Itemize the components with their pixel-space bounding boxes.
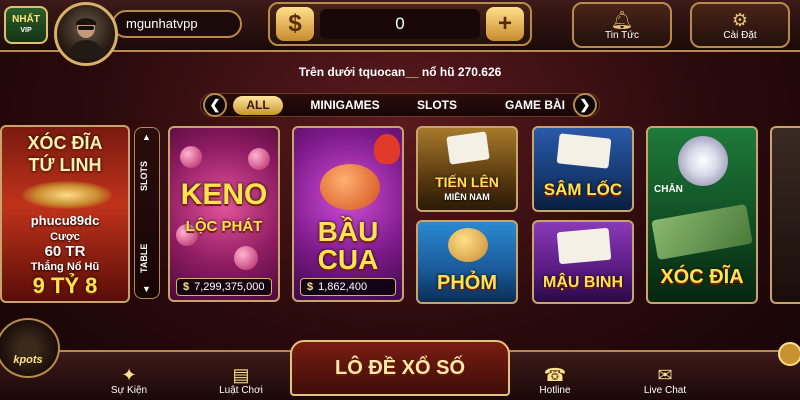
claw-icon [374,134,400,164]
nav-events[interactable]: ✦ Sự Kiện [84,356,174,400]
game-card-tien-len[interactable]: TIẾN LÊN MIỀN NAM [416,126,518,212]
lottery-label: LÔ ĐỀ XỔ SỐ [334,356,466,379]
game-subtitle-cua: CUA [317,244,379,275]
chat-icon: ✉ [657,365,673,385]
game-title-xoc-dia: XÓC ĐĨA [660,266,744,288]
triangle-down-icon[interactable]: ▼ [142,284,151,294]
playing-cards-icon [556,227,612,265]
game-card-bau-cua[interactable]: BẦU CUA $1,862,400 [292,126,404,302]
side-tab-slots[interactable]: SLOTS [139,150,155,202]
game-card-mau-binh[interactable]: MẬU BINH [532,220,634,304]
nav-events-label: Sự Kiện [110,385,148,396]
ball-icon [180,146,202,168]
news-label: Tin Tức [605,29,639,41]
dollar-icon[interactable]: $ [276,7,314,41]
avatar[interactable] [54,2,118,66]
game-subtitle-loc-phat: LỘC PHÁT [185,218,263,235]
promo-card-xoc-dia-tu-linh[interactable]: XÓC ĐĨA TỨ LINH phucu89dc Cược 60 TR Thắ… [0,125,130,303]
logo-sub: VIP [20,27,32,34]
game-title-sam-loc: SÂM LỐC [543,180,623,199]
crab-icon [320,164,380,210]
next-category-button[interactable]: ❯ [573,93,597,117]
ball-icon [248,148,270,170]
promo-bet-value: 60 TR [44,243,86,260]
dollar-icon: $ [307,281,314,293]
slots-table-switcher[interactable]: ▲ SLOTS TABLE ▼ [134,127,160,299]
settings-button[interactable]: ⚙ Cài Đặt [690,2,790,48]
nav-hotline-label: Hotline [539,385,571,396]
bell-icon: 🔔︎ [610,9,634,30]
promo-win-value: 9 TỶ 8 [32,273,98,298]
playing-cards-icon [446,131,490,165]
book-icon: ▤ [232,365,250,385]
lottery-button[interactable]: LÔ ĐỀ XỔ SỐ [290,340,510,396]
promo-win-label: Thắng Nổ Hũ [30,261,100,273]
add-funds-button[interactable]: + [486,7,524,41]
tab-slots[interactable]: SLOTS [407,96,467,115]
logo-text: NHẤT [12,14,40,25]
nav-hotline[interactable]: ☎ Hotline [510,356,600,400]
game-card-sam-loc[interactable]: SÂM LỐC [532,126,634,212]
chan-label: CHẴN [654,184,683,195]
tab-game-bai[interactable]: GAME BÀI [497,96,573,115]
game-card-phom[interactable]: PHỎM [416,220,518,304]
promo-title-2: TỨ LINH [28,155,102,175]
settings-label: Cài Đặt [723,29,757,41]
phone-icon: ☎ [543,365,567,385]
category-bar: ❮ ALL MINIGAMES SLOTS GAME BÀI ❯ [200,93,600,117]
game-title-phom: PHỎM [437,272,497,294]
bau-cua-jackpot: $1,862,400 [300,278,396,296]
gift-badge-icon[interactable] [778,342,800,366]
sparkle-icon: ✦ [121,365,137,385]
game-title-keno: KENO [180,178,268,211]
game-title-tien-len: TIẾN LÊN [435,174,499,190]
coin-pile-icon [22,181,112,209]
news-button[interactable]: 🔔︎ Tin Tức [572,2,672,48]
nav-live-chat-label: Live Chat [643,385,687,396]
game-subtitle-mien-nam: MIỀN NAM [444,192,490,202]
keno-jackpot-value: 7,299,375,000 [194,281,265,293]
bowl-icon [678,136,728,186]
promo-title-1: XÓC ĐĨA [27,133,103,153]
nav-rules-label: Luật Chơi [219,385,263,396]
triangle-up-icon[interactable]: ▲ [142,132,151,142]
dollar-icon: $ [183,281,190,293]
keno-jackpot: $7,299,375,000 [176,278,272,296]
app-logo[interactable]: NHẤT VIP [4,6,48,44]
game-card-xoc-dia[interactable]: CHẴN XÓC ĐĨA [646,126,758,304]
promo-bet-label: Cược [50,231,80,243]
game-card-keno-loc-phat[interactable]: KENO LỘC PHÁT $7,299,375,000 [168,126,280,302]
tab-all[interactable]: ALL [233,96,283,115]
jackpots-label: kpots [13,354,43,366]
gear-icon: ⚙ [731,9,749,30]
nav-rules[interactable]: ▤ Luật Chơi [196,356,286,400]
bau-cua-jackpot-value: 1,862,400 [318,281,368,293]
tab-minigames[interactable]: MINIGAMES [305,96,385,115]
cash-icon [651,203,753,261]
coin-stack-icon [448,228,488,262]
balance-value: 0 [320,9,480,39]
game-title-mau-binh: MẬU BINH [543,274,623,291]
playing-cards-icon [556,133,612,169]
side-tab-table[interactable]: TABLE [139,232,155,284]
jackpot-ticker: Trên dưới tquocan__ nổ hũ 270.626 [298,65,502,79]
promo-player: phucu89dc [30,213,100,228]
user-silhouette-icon [68,18,104,56]
balance-panel: $ 0 + [268,2,532,46]
top-bar: NHẤT VIP mgunhatvpp $ 0 + 🔔︎ Tin Tức ⚙ C… [0,0,800,52]
game-card-partial[interactable] [770,126,800,304]
nav-live-chat[interactable]: ✉ Live Chat [620,356,710,400]
prev-category-button[interactable]: ❮ [203,93,227,117]
ball-icon [234,246,258,270]
username-field[interactable]: mgunhatvpp [112,10,242,38]
